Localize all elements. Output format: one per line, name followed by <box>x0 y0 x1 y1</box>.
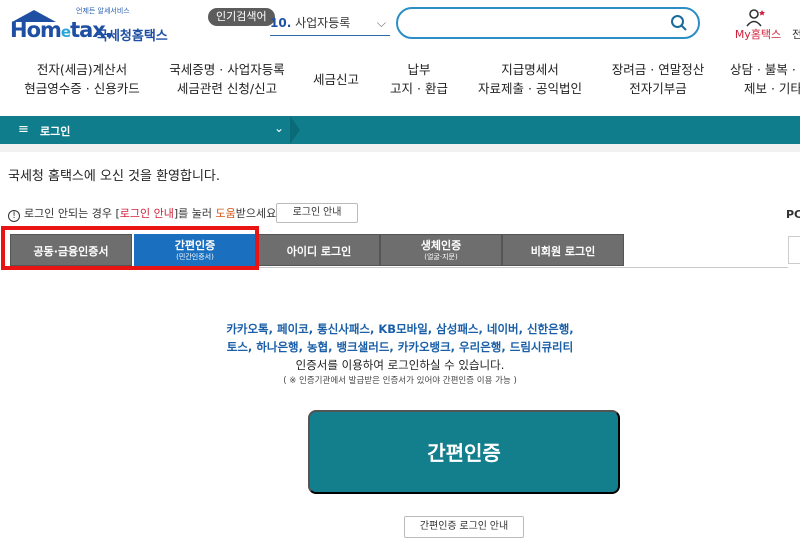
tab-id-login[interactable]: 아이디 로그인 <box>258 234 380 266</box>
chevron-down-icon: ⌵ <box>376 16 386 30</box>
chevron-down-icon[interactable]: ⌄ <box>274 121 284 135</box>
header-edge-text[interactable]: 전 <box>792 26 800 42</box>
tab-guest-login[interactable]: 비회원 로그인 <box>502 234 624 266</box>
search-icon[interactable] <box>670 14 688 32</box>
nav-item-e-invoice[interactable]: 전자(세금)계산서 현금영수증 · 신용카드 <box>22 60 142 98</box>
breadcrumb-bar: ≡ 로그인 ⌄ <box>0 116 800 144</box>
logo-tagline: 언제든 알세서비스 <box>76 7 130 15</box>
help-text: 도움 <box>215 207 236 220</box>
main-navigation: 전자(세금)계산서 현금영수증 · 신용카드 국세증명 · 사업자등록 세금관련 신… <box>0 60 800 108</box>
nav-item-payment[interactable]: 납부 고지 · 환급 <box>384 60 454 98</box>
user-icon <box>746 9 765 27</box>
tab-biometric[interactable]: 생체인증 (얼굴·지문) <box>380 234 502 266</box>
header: 언제든 알세서비스 Hometax. 국세청홈택스 인기검색어 10. 사업자등… <box>0 0 800 56</box>
nav-item-statements[interactable]: 지급명세서 자료제출 · 공익법인 <box>470 60 590 98</box>
info-icon: ! <box>8 210 20 222</box>
highlight-box <box>1 226 259 270</box>
login-guide-button[interactable]: 로그인 안내 <box>276 203 358 223</box>
nav-item-certificates[interactable]: 국세증명 · 사업자등록 세금관련 신청/신고 <box>164 60 290 98</box>
my-hometax-label: My홈택스 <box>734 28 782 41</box>
right-edge-box[interactable] <box>788 236 800 264</box>
popular-search-badge: 인기검색어 <box>208 8 275 26</box>
popular-search-term: 사업자등록 <box>295 16 351 30</box>
logo-korean-name: 국세청홈택스 <box>96 29 168 44</box>
nav-item-consultation[interactable]: 상담 · 불복 · 고제보 · 기타 <box>730 60 800 98</box>
easy-auth-button[interactable]: 간편인증 <box>308 410 620 494</box>
popular-search-rank: 10. <box>270 16 292 30</box>
easy-auth-guide-button[interactable]: 간편인증 로그인 안내 <box>404 516 524 538</box>
hometax-logo[interactable]: 언제든 알세서비스 Hometax. 국세청홈택스 <box>10 6 170 46</box>
right-edge-label: PC <box>786 208 800 221</box>
my-hometax-link[interactable]: My홈택스 <box>730 8 786 44</box>
breadcrumb-separator <box>290 116 300 144</box>
search-input[interactable] <box>396 7 700 39</box>
nav-item-incentives[interactable]: 장려금 · 연말정산 전자기부금 <box>606 60 710 98</box>
login-guide-link[interactable]: 로그인 안내 <box>120 207 174 220</box>
breadcrumb: 로그인 <box>40 125 71 138</box>
menu-icon[interactable]: ≡ <box>18 122 29 137</box>
login-notice: ! 로그인 안되는 경우 [로그인 안내]를 눌러 도움받으세요. <box>8 205 280 222</box>
popular-search-select[interactable]: 10. 사업자등록 ⌵ <box>270 12 390 36</box>
divider-strip <box>0 144 800 152</box>
page-title: 국세청 홈택스에 오신 것을 환영합니다. <box>8 169 221 184</box>
usage-note: ( ※ 인증기관에서 발급받은 인증서가 있어야 간편인증 이용 가능 ) <box>283 376 517 386</box>
providers-description: 카카오톡, 페이코, 통신사패스, KB모바일, 삼성패스, 네이버, 신한은행… <box>226 322 574 372</box>
nav-item-tax-filing[interactable]: 세금신고 <box>306 60 366 89</box>
